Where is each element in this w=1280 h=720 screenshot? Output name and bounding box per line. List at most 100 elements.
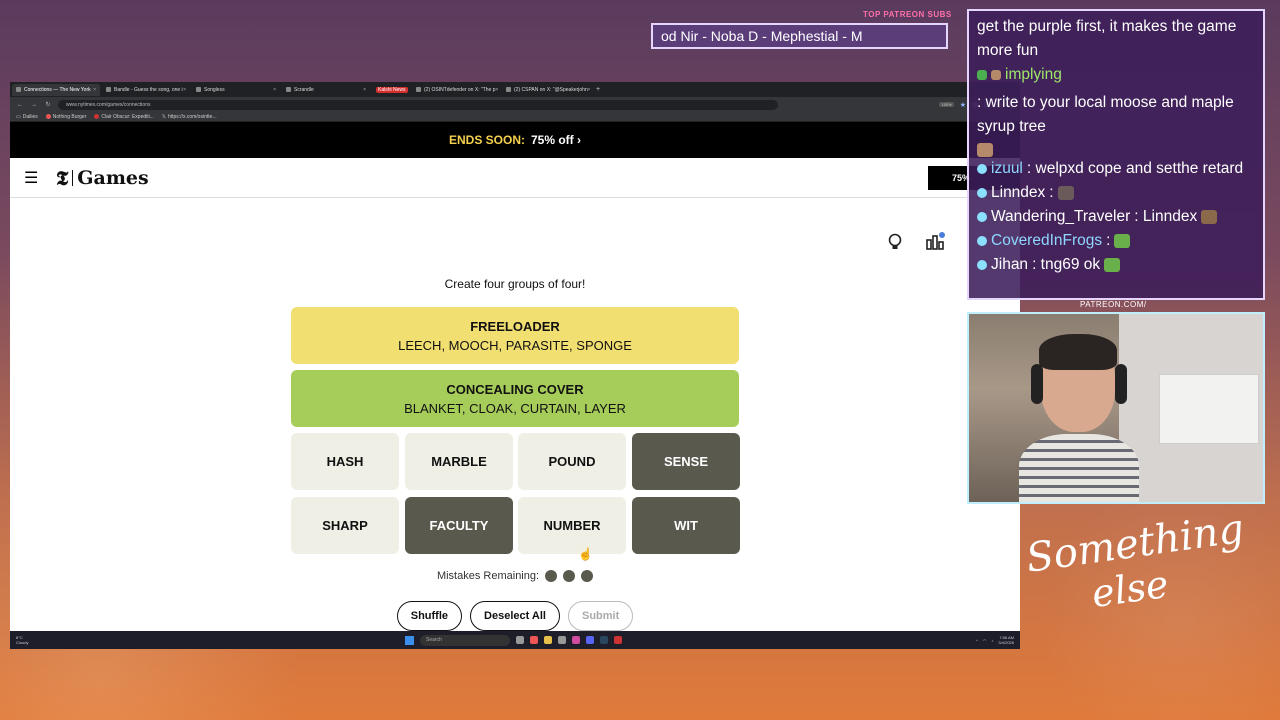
zoom-badge[interactable]: 100%	[939, 102, 954, 107]
folder-icon: ▭	[16, 113, 21, 120]
tab-kalshi[interactable]: Kalshi News	[372, 84, 410, 96]
chat-message: implying: write to your local moose and …	[977, 63, 1255, 157]
frog-emote-icon	[1104, 258, 1121, 272]
close-tab-icon[interactable]: ×	[273, 87, 276, 93]
word-tile-faculty[interactable]: FACULTY	[405, 497, 513, 554]
chat-message: izuul: welpxd cope and setthe retard	[977, 157, 1255, 181]
word-tile-marble[interactable]: MARBLE	[405, 433, 513, 490]
wifi-icon[interactable]: ◠	[983, 638, 987, 643]
promo-banner[interactable]: ENDS SOON: 75% off ›	[10, 122, 1020, 158]
bookmark-x-osint[interactable]: 𝕏https://x.com/osintte...	[162, 114, 217, 120]
favicon-icon	[196, 87, 201, 92]
bookmark-clair-obscur[interactable]: Clair Obscur: Expediti...	[94, 114, 154, 120]
patreon-ticker: od Nir - Noba D - Mephestial - M	[651, 23, 948, 49]
deselect-all-button[interactable]: Deselect All	[470, 601, 560, 631]
volume-icon[interactable]: ♪	[991, 638, 993, 643]
mistake-dot	[545, 570, 558, 582]
tab-connections[interactable]: Connections — The New York ×	[12, 83, 100, 96]
headset-icon	[1031, 364, 1043, 404]
tab-osint[interactable]: (2) OSINTdefender on X: "The p ×	[412, 84, 500, 96]
taskbar-search[interactable]: Search	[420, 634, 510, 646]
tab-scrandle[interactable]: Scrandle ×	[282, 84, 370, 96]
user-badge-icon	[977, 164, 987, 174]
favicon-icon	[106, 87, 111, 92]
close-tab-icon[interactable]: ×	[496, 87, 499, 93]
game-prompt: Create four groups of four!	[444, 277, 586, 291]
url-input[interactable]: www.nytimes.com/games/connections	[58, 99, 778, 110]
group-words: LEECH, MOOCH, PARASITE, SPONGE	[398, 337, 632, 353]
top-patreon-subs-label: TOP PATREON SUBS	[863, 10, 952, 19]
bookmark-favicon-icon	[94, 114, 100, 119]
hamburger-menu-icon[interactable]: ☰	[24, 168, 42, 188]
headset-icon	[1115, 364, 1127, 404]
tray-chevron-icon[interactable]: ^	[976, 638, 978, 643]
reload-icon[interactable]: ↻	[44, 101, 52, 108]
steam-icon[interactable]	[600, 636, 608, 644]
task-view-icon[interactable]	[516, 636, 524, 644]
system-tray: ^ ◠ ♪ 7:56 AM 3/4/2026	[976, 635, 1014, 645]
word-tile-pound[interactable]: POUND	[518, 433, 626, 490]
hint-lightbulb-icon[interactable]	[885, 232, 905, 252]
word-tile-wit[interactable]: WIT	[632, 497, 740, 554]
frog-emote-icon	[1114, 234, 1131, 248]
tab-bandle[interactable]: Bandle - Guess the song, one i ×	[102, 84, 190, 96]
badge-icon	[977, 70, 987, 80]
solved-group-green: CONCEALING COVER BLANKET, CLOAK, CURTAIN…	[291, 370, 739, 427]
tab-cspan[interactable]: (2) CSPAN on X: "@Speakerjohn ×	[502, 84, 590, 96]
clock[interactable]: 7:56 AM 3/4/2026	[998, 635, 1014, 645]
back-icon[interactable]: ←	[16, 102, 24, 108]
group-title: FREELOADER	[470, 318, 560, 334]
browser-window: Connections — The New York × Bandle - Gue…	[10, 82, 1020, 648]
shuffle-button[interactable]: Shuffle	[396, 601, 463, 631]
mistake-dot	[563, 570, 576, 582]
chat-box: get the purple first, it makes the game …	[967, 9, 1265, 300]
tab-songless[interactable]: Songless ×	[192, 84, 280, 96]
favicon-icon	[506, 87, 511, 92]
mistake-dot	[581, 570, 594, 582]
logo-divider	[72, 169, 74, 186]
app-icon[interactable]	[614, 636, 622, 644]
app-icon[interactable]	[558, 636, 566, 644]
x-logo-icon: 𝕏	[161, 113, 166, 120]
chrome-icon[interactable]	[530, 636, 538, 644]
word-tile-sense[interactable]: SENSE	[632, 433, 740, 490]
word-tile-sharp[interactable]: SHARP	[291, 497, 399, 554]
streamer-shirt	[1019, 434, 1139, 502]
close-tab-icon[interactable]: ×	[183, 87, 186, 93]
file-explorer-icon[interactable]	[544, 636, 552, 644]
app-icon[interactable]	[572, 636, 580, 644]
streamer-hair	[1039, 334, 1117, 370]
emote-icon	[1201, 210, 1218, 224]
word-tile-hash[interactable]: HASH	[291, 433, 399, 490]
bookmarks-bar: ▭ Dailies Nothing Burger Clair Obscur: Ex…	[10, 112, 1020, 122]
favicon-icon	[416, 87, 421, 92]
user-badge-icon	[977, 236, 987, 246]
chat-message: Jihan: tng69 ok	[977, 253, 1255, 277]
badge-icon	[991, 70, 1001, 80]
chat-message: Wandering_Traveler: Linndex	[977, 205, 1255, 229]
stats-chart-icon[interactable]	[925, 232, 945, 252]
word-tile-number[interactable]: NUMBER	[518, 497, 626, 554]
game-toolbar	[885, 232, 945, 252]
patreon-url: PATREON.COM/	[1080, 300, 1147, 309]
weather-widget[interactable]: 8°C Cloudy	[16, 635, 28, 645]
windows-start-icon[interactable]	[405, 635, 414, 645]
notification-dot	[939, 232, 945, 238]
nyt-games-logo[interactable]: 𝕿 Games	[56, 166, 149, 190]
close-tab-icon[interactable]: ×	[588, 87, 590, 93]
submit-button[interactable]: Submit	[567, 601, 634, 631]
mistakes-remaining: Mistakes Remaining:	[10, 570, 1020, 582]
bookmark-nothing-burger[interactable]: Nothing Burger	[45, 114, 86, 120]
windows-taskbar: 8°C Cloudy Search ^ ◠ ♪ 7:56 AM 3/4/2026	[10, 631, 1020, 649]
emote-icon	[977, 143, 993, 157]
favicon-icon	[286, 87, 291, 92]
new-tab-button[interactable]: +	[592, 86, 604, 93]
webcam-feed	[967, 312, 1265, 504]
bookmark-dailies[interactable]: ▭ Dailies	[16, 114, 38, 120]
forward-icon[interactable]: →	[30, 102, 38, 108]
close-tab-icon[interactable]: ×	[93, 87, 96, 93]
taskbar-apps: Search	[405, 634, 622, 646]
close-tab-icon[interactable]: ×	[363, 87, 366, 93]
discord-icon[interactable]	[586, 636, 594, 644]
bookmark-star-icon[interactable]: ★	[960, 101, 966, 109]
